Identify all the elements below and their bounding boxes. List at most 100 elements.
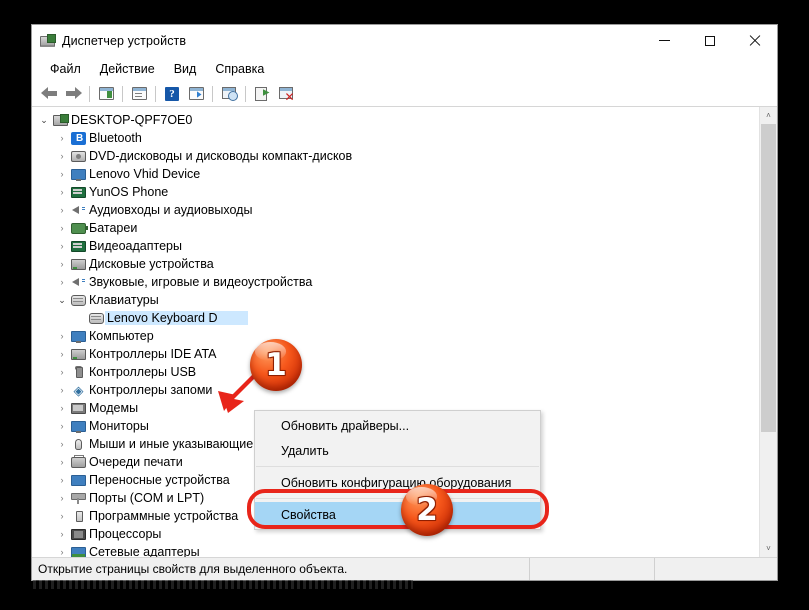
tree-item[interactable]: › Компьютер: [32, 327, 759, 345]
tree-item[interactable]: ›YunOS Phone: [32, 183, 759, 201]
tree-item-label: Lenovo Keyboard D: [105, 311, 248, 325]
help-button[interactable]: ?: [160, 83, 184, 105]
status-message: Открытие страницы свойств для выделенног…: [32, 558, 530, 580]
ide-controller-icon: [70, 348, 87, 361]
ctx-scan-hardware[interactable]: Обновить конфигурацию оборудования: [255, 470, 540, 495]
dvd-drive-icon: [70, 150, 87, 163]
chevron-right-icon[interactable]: ›: [54, 457, 70, 467]
scrollbar-track[interactable]: [760, 124, 777, 540]
chevron-right-icon[interactable]: ›: [54, 133, 70, 143]
chevron-right-icon[interactable]: ›: [54, 421, 70, 431]
tree-item[interactable]: ›Аудиовходы и аудиовыходы: [32, 201, 759, 219]
tree-item-label: Переносные устройства: [87, 473, 230, 487]
tree-item[interactable]: ›Видеоадаптеры: [32, 237, 759, 255]
scan-hardware-icon: [222, 87, 237, 100]
tree-item[interactable]: ›◈Контроллеры запоми: [32, 381, 759, 399]
menu-help[interactable]: Справка: [206, 59, 273, 79]
close-icon: [749, 35, 761, 47]
arrow-left-icon: [41, 87, 58, 100]
show-hide-console-tree-button[interactable]: [94, 83, 118, 105]
help-question-icon: ?: [165, 87, 179, 101]
chevron-right-icon[interactable]: ›: [54, 277, 70, 287]
chevron-right-icon[interactable]: ›: [54, 511, 70, 521]
ctx-update-drivers[interactable]: Обновить драйверы...: [255, 413, 540, 438]
tree-item-label: Lenovo Vhid Device: [87, 167, 200, 181]
scan-mode-button[interactable]: [184, 83, 208, 105]
scrollbar-thumb[interactable]: [761, 124, 776, 432]
chevron-right-icon[interactable]: ›: [54, 529, 70, 539]
network-card-icon: [70, 240, 87, 253]
scan-hardware-button[interactable]: [217, 83, 241, 105]
chevron-right-icon[interactable]: ›: [54, 349, 70, 359]
context-menu-item-label: Свойства: [281, 508, 336, 522]
tree-item-label: Процессоры: [87, 527, 161, 541]
tree-item[interactable]: ›BBluetooth: [32, 129, 759, 147]
menu-action[interactable]: Действие: [91, 59, 164, 79]
status-pane-2: [530, 558, 655, 580]
chevron-right-icon[interactable]: ›: [54, 331, 70, 341]
menu-view[interactable]: Вид: [165, 59, 206, 79]
properties-button[interactable]: [127, 83, 151, 105]
usb-icon: [70, 366, 87, 379]
tree-item-label: Клавиатуры: [87, 293, 159, 307]
tree-item[interactable]: ›Контроллеры IDE ATA: [32, 345, 759, 363]
tree-item[interactable]: ›Контроллеры USB: [32, 363, 759, 381]
tree-item[interactable]: ⌄ Клавиатуры: [32, 291, 759, 309]
tree-item-selected[interactable]: Lenovo Keyboard D: [32, 309, 759, 327]
tree-item[interactable]: › Звуковые, игровые и видеоустройства: [32, 273, 759, 291]
tree-item[interactable]: ›Сетевые адаптеры: [32, 543, 759, 557]
chevron-right-icon[interactable]: ›: [54, 475, 70, 485]
tree-item[interactable]: ›DVD-дисководы и дисководы компакт-диско…: [32, 147, 759, 165]
context-menu: Обновить драйверы...Удалить Обновить конф…: [254, 410, 541, 530]
chevron-right-icon[interactable]: ›: [54, 241, 70, 251]
monitor-device-icon: [70, 168, 87, 181]
chevron-right-icon[interactable]: ›: [54, 403, 70, 413]
keyboard-icon: [70, 294, 87, 307]
tree-item-label: Программные устройства: [87, 509, 238, 523]
software-device-icon: [70, 510, 87, 523]
chevron-right-icon[interactable]: ›: [54, 223, 70, 233]
uninstall-device-button[interactable]: ✕: [274, 83, 298, 105]
minimize-icon: [659, 40, 670, 41]
ctx-uninstall[interactable]: Удалить: [255, 438, 540, 463]
device-tree-pane[interactable]: ⌄ DESKTOP-QPF7OE0 ›BBluetooth›DVD-дисковод…: [32, 107, 759, 557]
ctx-properties[interactable]: Свойства: [255, 502, 540, 527]
chevron-right-icon[interactable]: ›: [54, 259, 70, 269]
monitor-device-icon: [70, 420, 87, 433]
chevron-right-icon[interactable]: ›: [54, 187, 70, 197]
window-title: Диспетчер устройств: [62, 34, 186, 48]
tree-item-label: Звуковые, игровые и видеоустройства: [87, 275, 312, 289]
chevron-down-icon[interactable]: ⌄: [54, 295, 70, 306]
tree-item[interactable]: ›Дисковые устройства: [32, 255, 759, 273]
chevron-right-icon[interactable]: ›: [54, 205, 70, 215]
scan-artifact: [33, 580, 413, 589]
chevron-right-icon[interactable]: ›: [54, 169, 70, 179]
menu-file[interactable]: Файл: [41, 59, 90, 79]
vertical-scrollbar[interactable]: ˄ ˅: [759, 107, 777, 557]
scroll-up-button[interactable]: ˄: [760, 107, 777, 124]
tree-item[interactable]: ⌄ DESKTOP-QPF7OE0: [32, 111, 759, 129]
tree-item-label: DESKTOP-QPF7OE0: [69, 113, 192, 127]
maximize-button[interactable]: [687, 25, 732, 56]
tree-item[interactable]: ›Батареи: [32, 219, 759, 237]
window-controls: [642, 25, 777, 56]
chevron-right-icon[interactable]: ›: [54, 367, 70, 377]
chevron-right-icon[interactable]: ›: [54, 547, 70, 557]
chevron-right-icon[interactable]: ›: [54, 151, 70, 161]
tree-item-label: Очереди печати: [87, 455, 183, 469]
update-driver-button[interactable]: [250, 83, 274, 105]
back-button[interactable]: [37, 83, 61, 105]
step-badge-1: 1: [250, 339, 302, 391]
close-button[interactable]: [732, 25, 777, 56]
chevron-right-icon[interactable]: ›: [54, 439, 70, 449]
toolbar-separator-5: [245, 86, 246, 102]
tree-item-label: Компьютер: [87, 329, 154, 343]
chevron-right-icon[interactable]: ›: [54, 493, 70, 503]
battery-icon: [70, 222, 87, 235]
chevron-right-icon[interactable]: ›: [54, 385, 70, 395]
chevron-down-icon[interactable]: ⌄: [36, 115, 52, 126]
minimize-button[interactable]: [642, 25, 687, 56]
forward-button[interactable]: [61, 83, 85, 105]
tree-item[interactable]: › Lenovo Vhid Device: [32, 165, 759, 183]
scroll-down-button[interactable]: ˅: [760, 540, 777, 557]
